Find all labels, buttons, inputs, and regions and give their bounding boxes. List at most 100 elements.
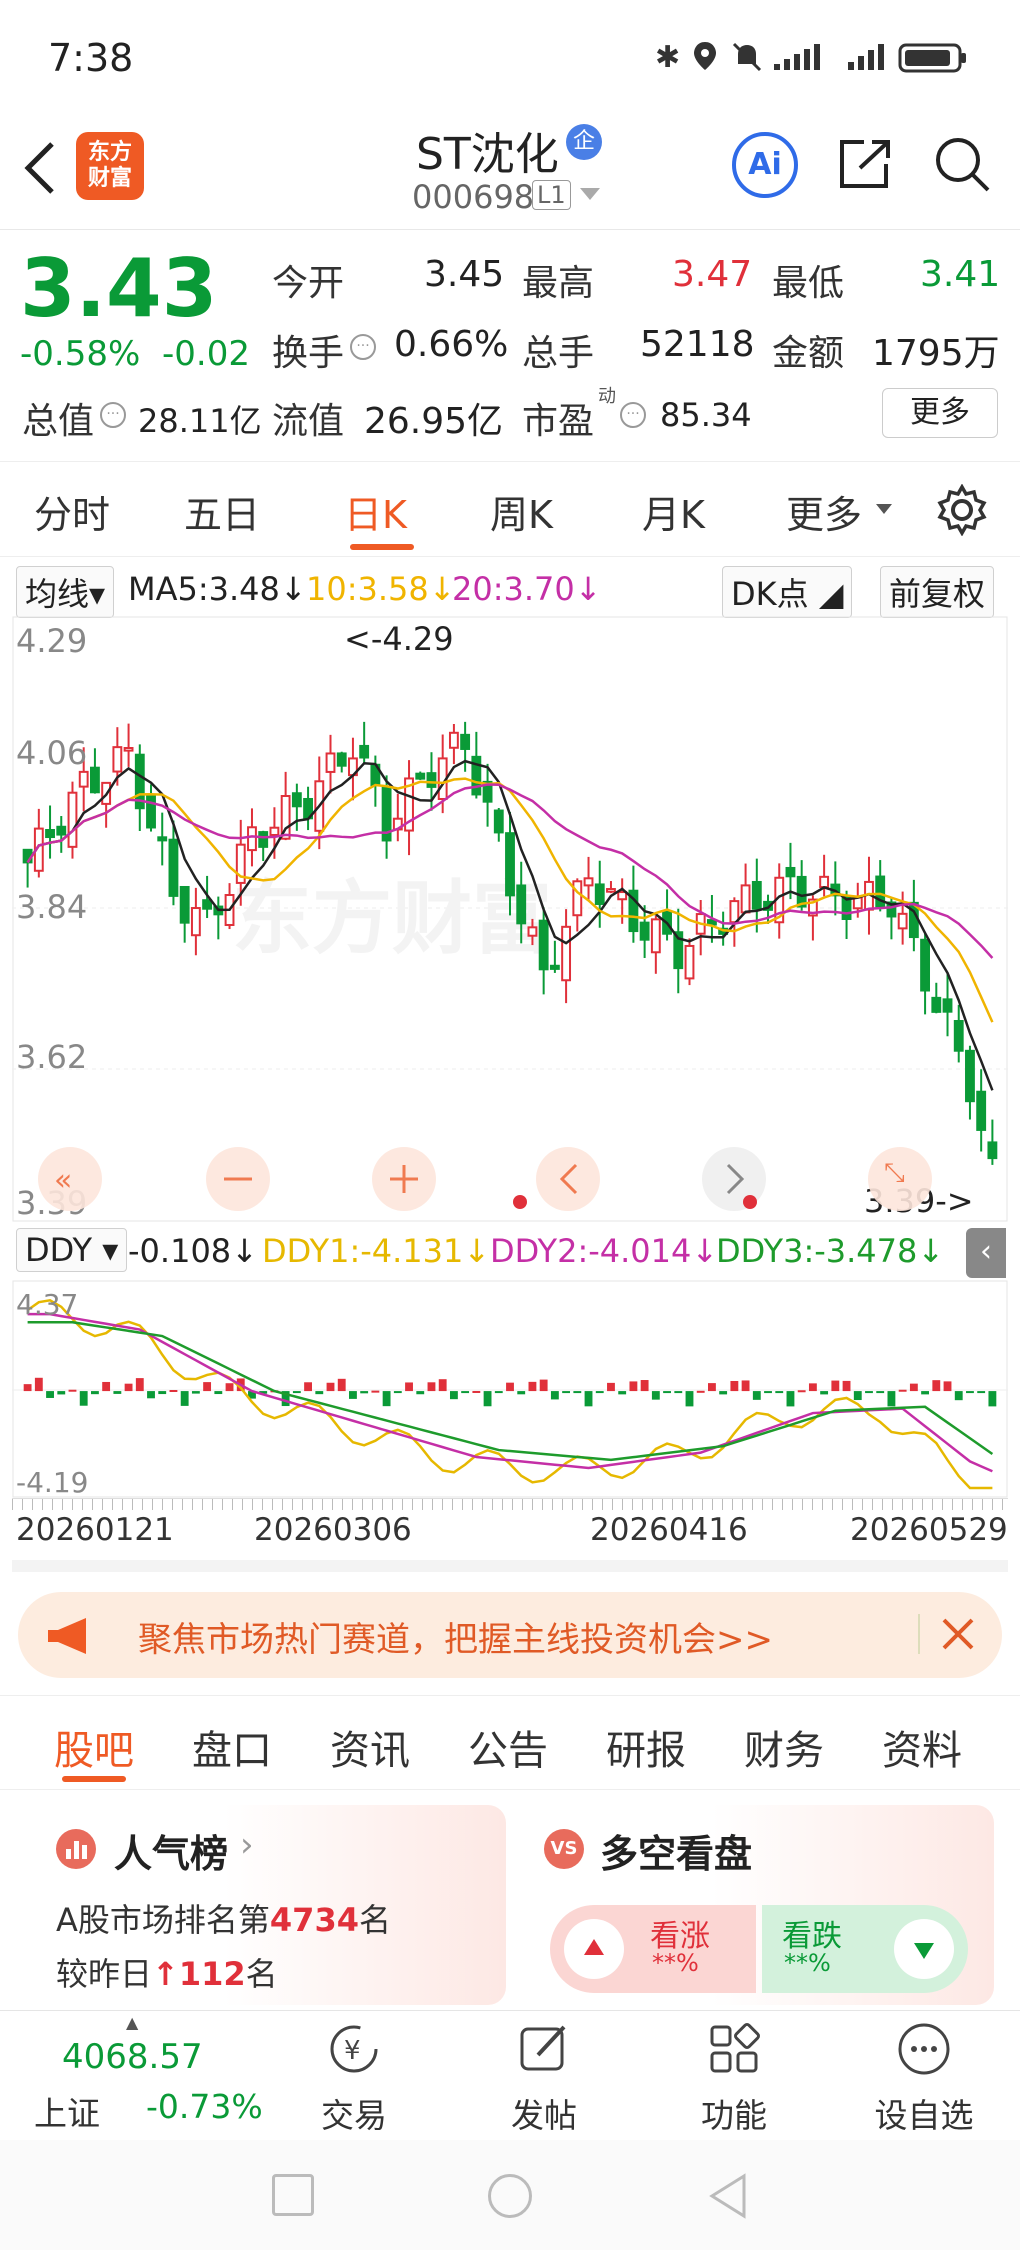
close-icon[interactable] — [938, 1614, 978, 1654]
info-tab-active-indicator — [62, 1776, 126, 1782]
ddy-bar — [528, 1381, 537, 1392]
bull-bear-card[interactable]: VS 多空看盘 看涨 **% 看跌 **% — [524, 1805, 994, 2005]
tab-news[interactable]: 资讯 — [330, 1718, 410, 1776]
function-label: 功能 — [701, 2096, 767, 2135]
date-label-3: 20260416 — [590, 1512, 748, 1548]
ddy-bar — [102, 1381, 111, 1392]
tab-monthly-k[interactable]: 月K — [642, 484, 705, 539]
edit-icon — [520, 2025, 566, 2071]
back-nav-icon[interactable] — [706, 2172, 750, 2220]
function-button[interactable]: 功能 — [674, 2021, 794, 2137]
info-icon[interactable]: ··· — [350, 334, 376, 360]
step-left-button[interactable] — [536, 1147, 600, 1211]
bullish-icon — [564, 1919, 624, 1979]
tab-guba[interactable]: 股吧 — [54, 1718, 134, 1776]
candle-body — [751, 880, 762, 910]
candle-body — [157, 836, 168, 842]
popularity-card[interactable]: 人气榜 › A股市场排名第4734名 较昨日↑112名 — [36, 1805, 506, 2005]
y-label-top: 4.29 — [16, 622, 87, 660]
candle-body — [606, 888, 616, 893]
tab-daily-k[interactable]: 日K — [344, 484, 407, 539]
ddy-bar — [764, 1391, 772, 1394]
level-badge[interactable]: L1 — [532, 180, 571, 210]
date-label-1: 20260121 — [16, 1512, 174, 1548]
ddy-bar — [169, 1390, 178, 1393]
ddy-bar — [382, 1391, 391, 1407]
tab-more[interactable]: 更多 — [786, 484, 862, 539]
promo-divider — [918, 1614, 920, 1654]
ddy-chart[interactable]: 4.37 -4.19 — [12, 1280, 1008, 1499]
dk-point-button[interactable]: DK点 ◢ — [722, 566, 853, 618]
quote-panel: 3.43 -0.58% -0.02 今开 3.45 最高 3.47 最低 3.4… — [0, 232, 1020, 462]
candle-body — [965, 1049, 975, 1103]
ddy-bar — [887, 1391, 896, 1407]
change-abs: -0.02 — [162, 334, 250, 374]
tab-weekly-k[interactable]: 周K — [490, 484, 553, 539]
tab-order-book[interactable]: 盘口 — [192, 1718, 272, 1776]
ddy-bar — [663, 1391, 671, 1394]
recents-icon[interactable] — [272, 2174, 314, 2216]
home-icon[interactable] — [488, 2174, 532, 2218]
search-icon[interactable] — [932, 134, 992, 194]
candle-body — [583, 877, 594, 887]
tab-intraday[interactable]: 分时 — [34, 484, 110, 539]
y-label-4: 3.62 — [16, 1038, 87, 1076]
promo-banner[interactable]: 聚焦市场热门赛道，把握主线投资机会>> — [18, 1592, 1002, 1678]
tab-research[interactable]: 研报 — [606, 1718, 686, 1776]
date-label-2: 20260306 — [254, 1512, 412, 1548]
more-button[interactable]: 更多 — [882, 388, 998, 438]
candle-body — [78, 770, 89, 788]
tab-five-day[interactable]: 五日 — [184, 484, 260, 539]
candle-body — [359, 744, 370, 759]
bearish-button[interactable]: 看跌 **% — [762, 1905, 968, 1993]
info-icon[interactable]: ··· — [620, 402, 646, 428]
share-icon[interactable] — [836, 134, 896, 194]
float-value: 26.95亿 — [364, 401, 504, 442]
tab-announcements[interactable]: 公告 — [468, 1718, 548, 1776]
candle-body — [123, 747, 134, 752]
candle-body — [448, 731, 459, 749]
ma-selector[interactable]: 均线▾ — [16, 566, 115, 618]
post-button[interactable]: 发帖 — [484, 2021, 604, 2137]
ddy-bar — [203, 1382, 212, 1392]
ddy-bar — [853, 1391, 862, 1401]
candle-body — [179, 885, 190, 924]
collapse-panel-icon[interactable]: ‹ — [966, 1228, 1006, 1278]
float-label: 流值 — [272, 401, 345, 442]
index-quote[interactable]: ▲ 4068.57 上证 -0.73% — [8, 2013, 268, 2133]
app-logo[interactable]: 东方 财富 — [76, 132, 144, 200]
ddy-bar — [34, 1377, 43, 1392]
bullish-button[interactable]: 看涨 **% — [550, 1905, 756, 1993]
adjust-button[interactable]: 前复权 — [880, 566, 995, 618]
trade-label: 交易 — [321, 2096, 387, 2135]
add-watchlist-button[interactable]: 设自选 — [864, 2021, 984, 2137]
ddy-bar — [214, 1391, 223, 1395]
ddy-selector[interactable]: DDY ▾ — [16, 1228, 128, 1272]
volume-value: 52118 — [640, 324, 755, 365]
more-circle-icon — [898, 2023, 950, 2075]
grid-icon — [710, 2023, 760, 2073]
ddy-bar — [797, 1390, 806, 1393]
tab-profile[interactable]: 资料 — [882, 1718, 962, 1776]
candlestick-chart[interactable]: 东方财富 4.29 4.06 3.84 3.62 3.39 <-4.29 3.3… — [12, 616, 1008, 1222]
candle-body — [942, 998, 953, 1013]
trade-button[interactable]: ¥ 交易 — [294, 2021, 414, 2137]
candlestick-svg: 东方财富 4.29 4.06 3.84 3.62 3.39 <-4.29 3.3… — [12, 616, 1008, 1222]
ddy-bar — [483, 1391, 492, 1407]
back-icon[interactable] — [20, 138, 60, 198]
up-arrow-icon: ↑ — [152, 1955, 179, 1993]
ddy-bar — [651, 1391, 660, 1400]
ai-assistant-icon[interactable]: Ai — [732, 132, 798, 198]
mcap-value: 28.11亿 — [138, 402, 262, 440]
ddy-bar — [640, 1380, 649, 1392]
level-dropdown-icon[interactable] — [580, 188, 600, 200]
info-icon[interactable]: ··· — [100, 402, 126, 428]
candle-body — [190, 907, 201, 937]
settings-icon[interactable] — [936, 483, 988, 537]
ddy-bar — [46, 1391, 54, 1398]
tab-finance[interactable]: 财务 — [744, 1718, 824, 1776]
ddy-bar — [966, 1391, 974, 1394]
ddy-bar — [304, 1382, 312, 1392]
more-dropdown-icon[interactable] — [876, 504, 892, 514]
rank-change-line: 较昨日↑112名 — [56, 1949, 278, 1995]
